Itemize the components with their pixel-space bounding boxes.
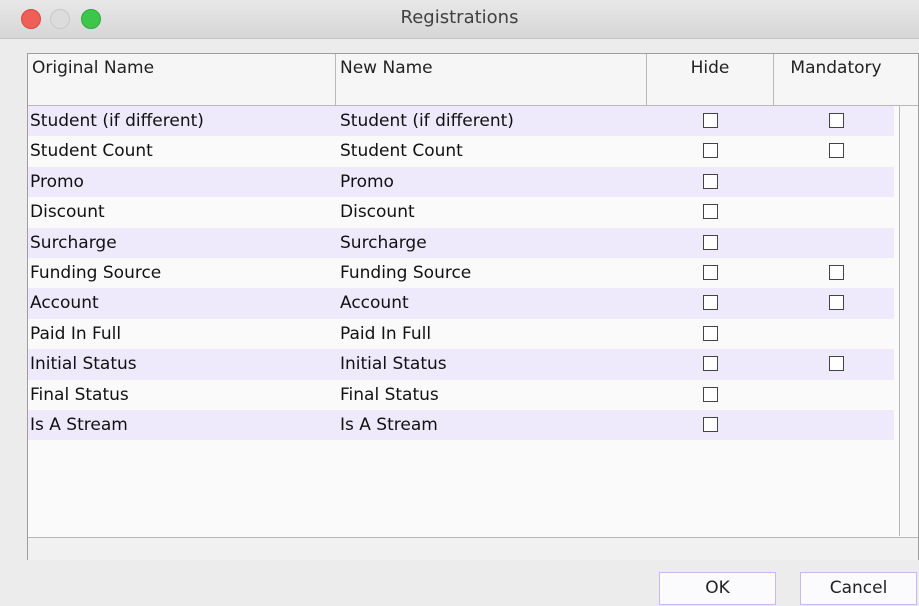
original-name-cell: Student Count: [30, 141, 153, 162]
vertical-scrollbar[interactable]: [899, 106, 918, 536]
new-name-cell[interactable]: Final Status: [340, 385, 439, 405]
hide-checkbox[interactable]: [703, 325, 718, 341]
table-header: Original Name New Name Hide Mandatory: [28, 54, 918, 106]
new-name-cell[interactable]: Initial Status: [340, 354, 447, 374]
mandatory-checkbox[interactable]: [829, 356, 844, 372]
mandatory-checkbox[interactable]: [829, 264, 844, 280]
column-header-mandatory[interactable]: Mandatory: [774, 54, 898, 105]
new-name-cell[interactable]: Funding Source: [340, 263, 471, 283]
hide-checkbox[interactable]: [703, 234, 718, 250]
registrations-dialog: Registrations Original Name New Name Hid…: [0, 0, 919, 606]
hide-checkbox[interactable]: [703, 113, 718, 128]
hide-checkbox[interactable]: [703, 173, 718, 189]
original-name-cell: Promo: [30, 171, 84, 192]
new-name-cell[interactable]: Promo: [340, 172, 394, 192]
new-name-cell[interactable]: Paid In Full: [340, 324, 431, 344]
original-name-cell: Surcharge: [30, 232, 117, 253]
original-name-cell: Paid In Full: [30, 323, 122, 344]
hide-checkbox[interactable]: [703, 264, 718, 280]
new-name-cell[interactable]: Account: [340, 293, 409, 313]
column-header-hide[interactable]: Hide: [647, 54, 774, 105]
hide-checkbox[interactable]: [703, 143, 718, 159]
table-row[interactable]: Surcharge Surcharge: [28, 227, 894, 258]
ok-button[interactable]: OK: [659, 572, 776, 605]
original-name-cell: Student (if different): [30, 111, 204, 131]
column-header-new-name[interactable]: New Name: [336, 54, 647, 105]
hide-checkbox[interactable]: [703, 204, 718, 220]
mandatory-checkbox[interactable]: [829, 113, 844, 128]
table-row[interactable]: Discount Discount: [28, 197, 894, 227]
original-name-cell: Account: [30, 293, 99, 314]
mandatory-checkbox[interactable]: [829, 143, 844, 159]
horizontal-scrollbar[interactable]: [28, 537, 918, 560]
hide-checkbox[interactable]: [703, 356, 718, 372]
table-row[interactable]: Initial Status Initial Status: [28, 349, 894, 380]
table-body: Student (if different) Student (if differ…: [28, 106, 894, 441]
original-name-cell: Is A Stream: [30, 414, 128, 435]
original-name-cell: Funding Source: [30, 262, 162, 283]
new-name-cell[interactable]: Surcharge: [340, 233, 427, 253]
new-name-cell[interactable]: Student Count: [340, 141, 463, 161]
field-table: Original Name New Name Hide Mandatory St…: [27, 53, 919, 560]
table-row[interactable]: Account Account: [28, 288, 894, 319]
hide-checkbox[interactable]: [703, 386, 718, 402]
window-title: Registrations: [400, 7, 519, 28]
new-name-cell[interactable]: Student (if different): [340, 111, 514, 131]
table-row[interactable]: Paid In Full Paid In Full: [28, 319, 894, 349]
original-name-cell: Initial Status: [30, 354, 137, 375]
new-name-cell[interactable]: Discount: [340, 202, 415, 222]
hide-checkbox[interactable]: [703, 416, 718, 432]
table-row[interactable]: Promo Promo: [28, 166, 894, 198]
column-header-original-name[interactable]: Original Name: [28, 54, 336, 105]
table-row[interactable]: Funding Source Funding Source: [28, 258, 894, 288]
original-name-cell: Discount: [30, 202, 105, 223]
new-name-cell[interactable]: Is A Stream: [340, 415, 438, 435]
table-row[interactable]: Student Count Student Count: [28, 136, 894, 166]
table-row[interactable]: Student (if different) Student (if differ…: [28, 106, 894, 137]
mandatory-checkbox[interactable]: [829, 295, 844, 311]
hide-checkbox[interactable]: [703, 295, 718, 311]
title-bar: Registrations: [0, 0, 919, 39]
table-row[interactable]: Is A Stream Is A Stream: [28, 409, 894, 441]
table-row[interactable]: Final Status Final Status: [28, 380, 894, 410]
cancel-button[interactable]: Cancel: [800, 572, 917, 605]
original-name-cell: Final Status: [30, 384, 129, 405]
